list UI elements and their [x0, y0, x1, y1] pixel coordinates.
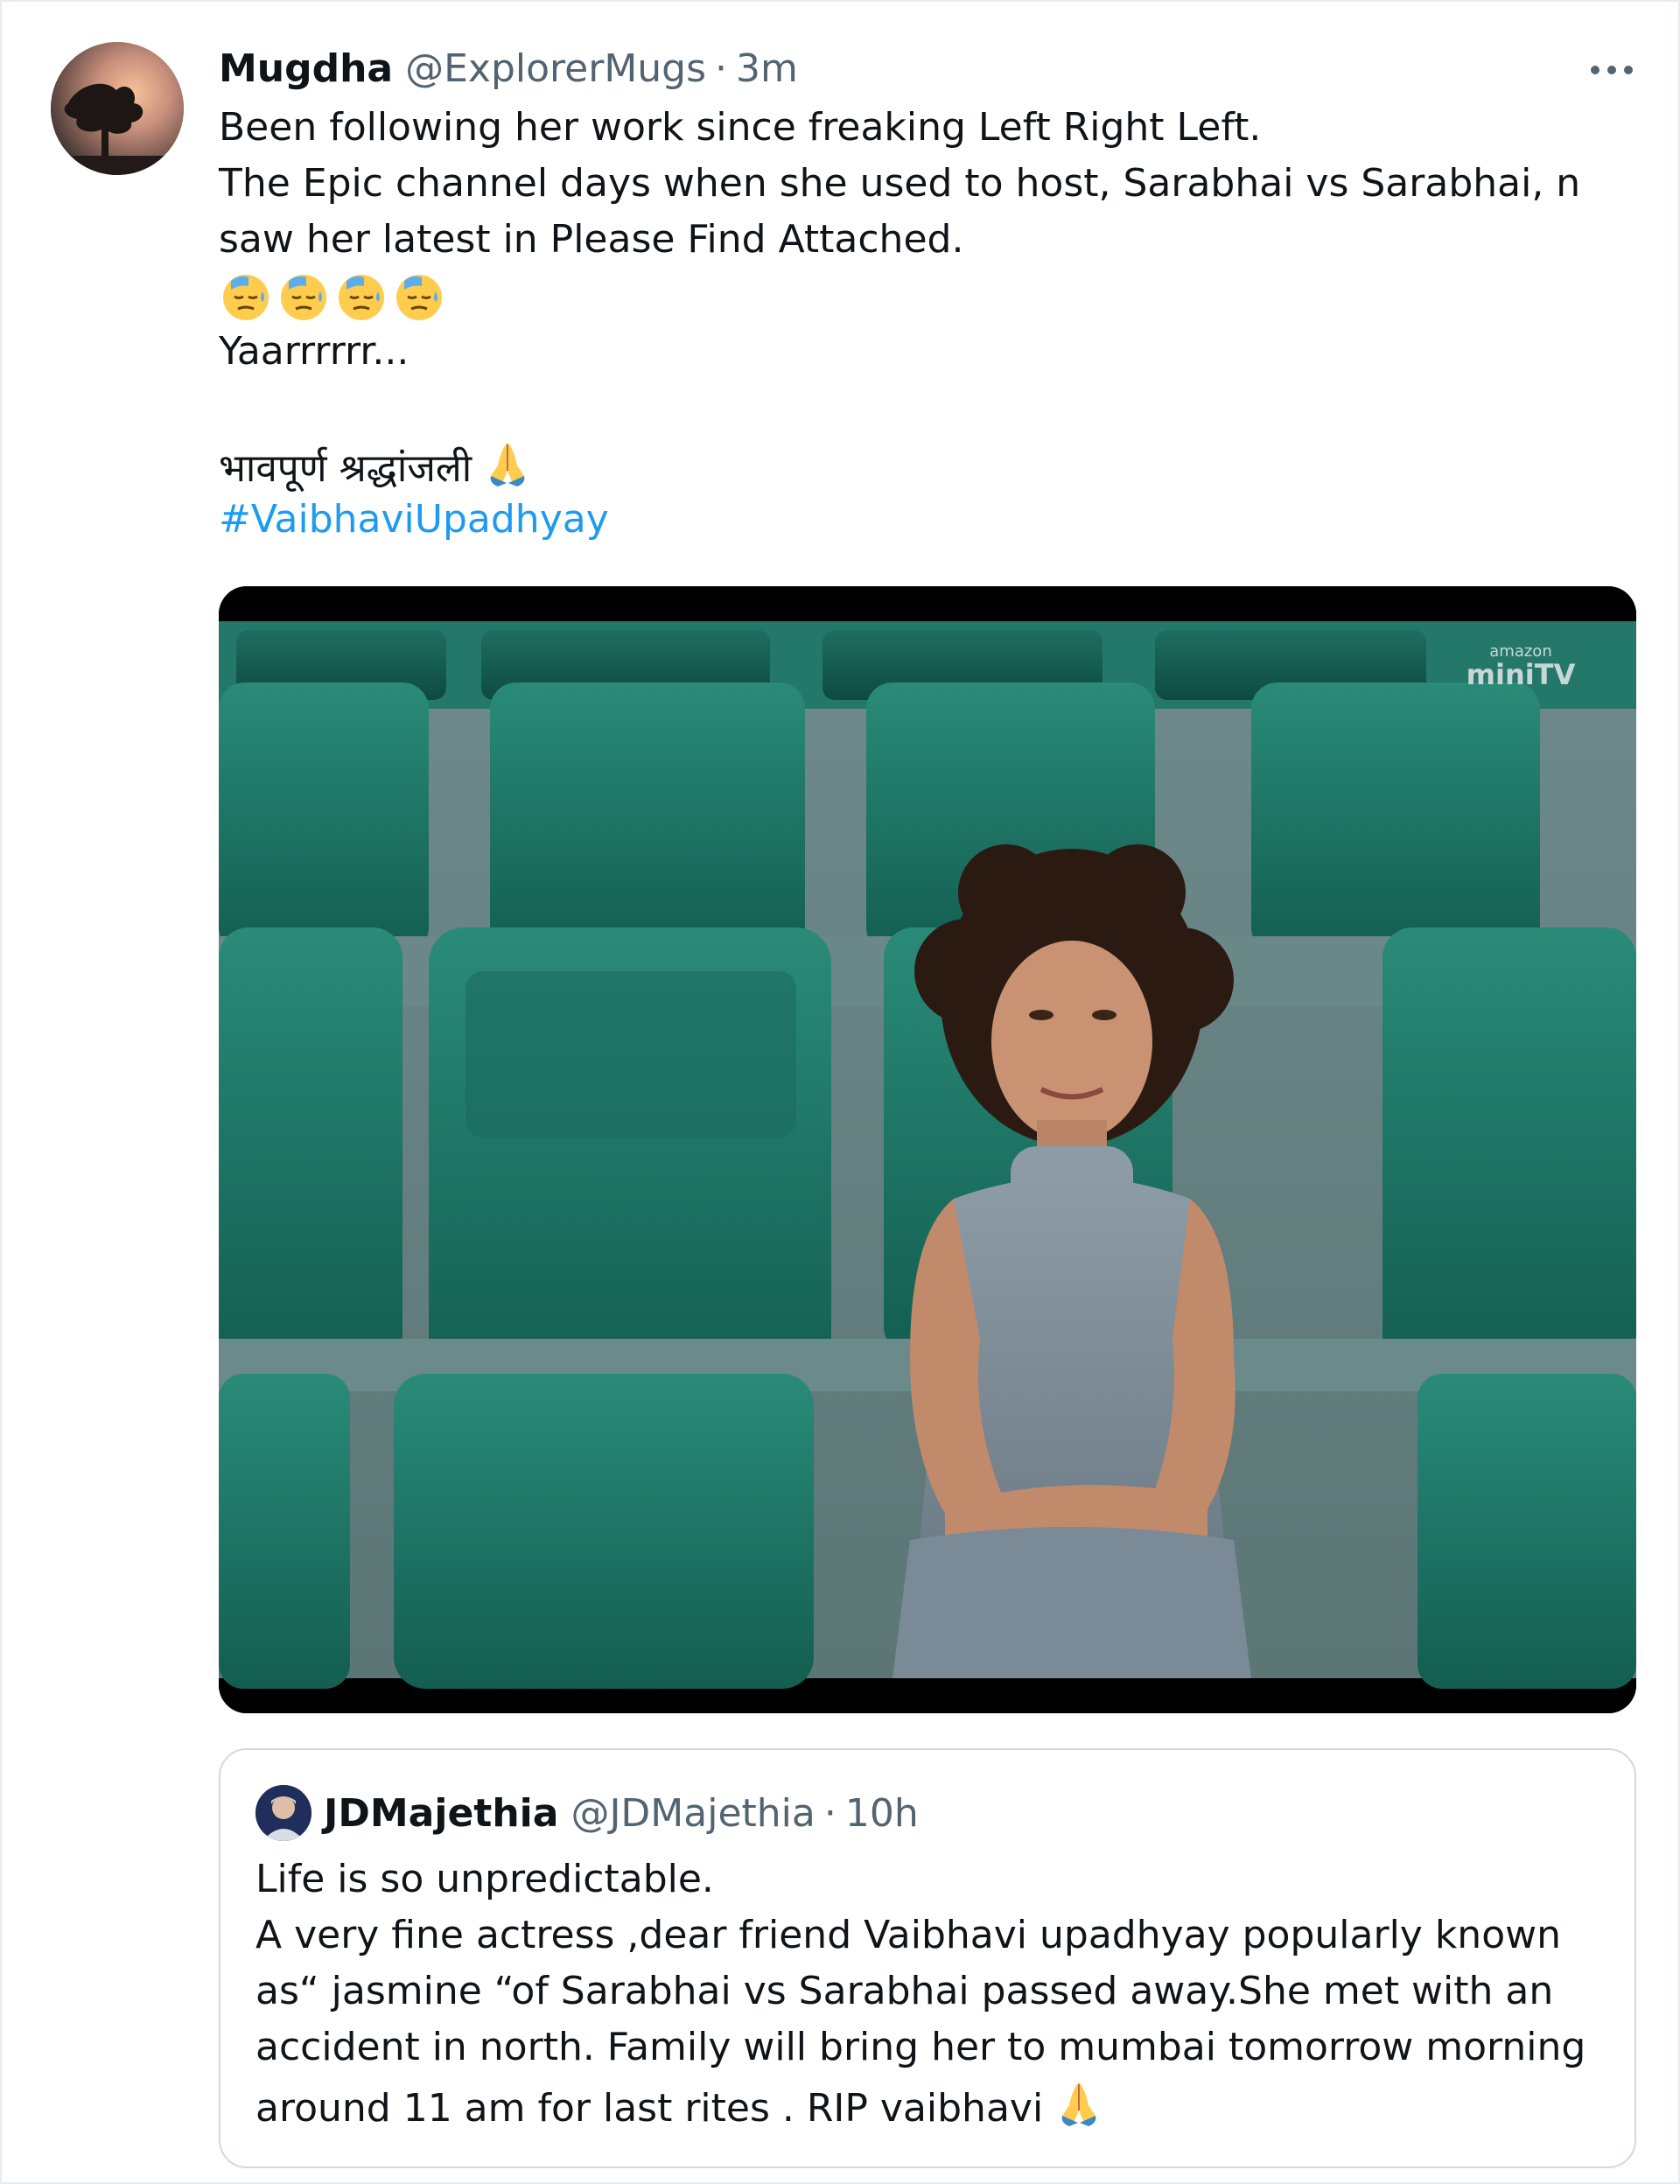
- quoted-text: Life is so unpredictable. A very fine ac…: [256, 1852, 1620, 2132]
- quoted-line: accident in north. Family will bring her…: [256, 2025, 1586, 2069]
- tweet-line: Yaarrrrrr...: [219, 329, 410, 374]
- downcast-sweat-face-emoji: [219, 269, 273, 323]
- tweet-media-image[interactable]: amazon miniTV: [219, 586, 1636, 1713]
- quoted-line-last: around 11 am for last rites . RIP vaibha…: [256, 2076, 1620, 2132]
- tweet-line: The Epic channel days when she used to h…: [219, 161, 1581, 206]
- downcast-sweat-face-emoji: [276, 269, 331, 323]
- hashtag-link[interactable]: #VaibhaviUpadhyay: [219, 492, 1636, 548]
- tweet-line-hindi: भावपूर्ण श्रद्धांजली: [219, 436, 1636, 492]
- more-options-button[interactable]: [1586, 44, 1638, 96]
- media-photo: amazon miniTV: [219, 586, 1636, 1713]
- downcast-sweat-face-emoji: [392, 269, 446, 323]
- hindi-text: भावपूर्ण श्रद्धांजली: [219, 446, 472, 491]
- separator-dot: ·: [715, 46, 728, 91]
- quoted-line: A very fine actress ,dear friend Vaibhav…: [256, 1913, 1561, 1957]
- quoted-last-text: around 11 am for last rites . RIP vaibha…: [256, 2086, 1044, 2131]
- quoted-handle[interactable]: @JDMajethia: [570, 1791, 815, 1836]
- page: Mugdha @ExplorerMugs · 3m Been following…: [0, 0, 1680, 2184]
- tweet-line: saw her latest in Please Find Attached.: [219, 217, 964, 262]
- tweet-header: Mugdha @ExplorerMugs · 3m: [219, 40, 798, 96]
- quoted-line: as“ jasmine “of Sarabhai vs Sarabhai pas…: [256, 1969, 1554, 2013]
- tweet-card[interactable]: Mugdha @ExplorerMugs · 3m Been following…: [0, 0, 1680, 2184]
- quoted-timestamp[interactable]: 10h: [845, 1791, 919, 1836]
- tweet-text: Been following her work since freaking L…: [219, 100, 1636, 548]
- more-horizontal-icon: [1591, 66, 1633, 74]
- quoted-avatar-image: [256, 1785, 312, 1841]
- watermark-minitv: miniTV: [1466, 658, 1576, 691]
- quoted-header: JDMajethia @JDMajethia · 10h: [324, 1785, 919, 1841]
- quoted-tweet[interactable]: JDMajethia @JDMajethia · 10h Life is so …: [219, 1748, 1636, 2168]
- downcast-sweat-face-emoji: [334, 269, 388, 323]
- quoted-display-name[interactable]: JDMajethia: [324, 1791, 558, 1836]
- separator-dot: ·: [823, 1790, 836, 1836]
- quoted-line: Life is so unpredictable.: [256, 1857, 714, 1901]
- tweet-line: Been following her work since freaking L…: [219, 105, 1262, 150]
- avatar[interactable]: [51, 42, 184, 175]
- timestamp[interactable]: 3m: [736, 46, 798, 91]
- user-handle[interactable]: @ExplorerMugs: [405, 46, 706, 91]
- folded-hands-emoji: [480, 436, 535, 490]
- avatar-image: [51, 42, 184, 175]
- display-name[interactable]: Mugdha: [219, 46, 393, 91]
- folded-hands-emoji: [1052, 2076, 1106, 2130]
- quoted-avatar[interactable]: [256, 1785, 312, 1841]
- emoji-row: [219, 268, 1636, 324]
